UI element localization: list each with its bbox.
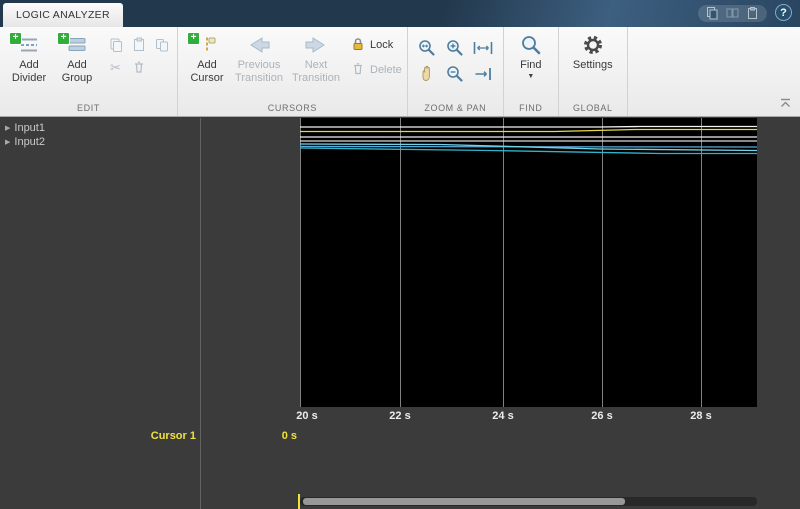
cursor-scrollbar-marker[interactable] (298, 494, 300, 509)
copy-icon[interactable] (105, 35, 126, 55)
channel-name: Input1 (14, 122, 45, 134)
time-tick-label: 20 s (296, 410, 318, 422)
time-tick-label: 28 s (690, 410, 712, 422)
channel-row-input2[interactable]: ▶ Input2 (0, 135, 198, 149)
plus-icon: + (9, 32, 22, 45)
cursor-value: 0 s (281, 430, 297, 442)
copy-icon[interactable] (706, 7, 719, 20)
add-divider-label: Add Divider (11, 59, 47, 84)
settings-label: Settings (572, 59, 613, 71)
add-cursor-label: Add Cursor (190, 59, 224, 84)
time-tick-label: 22 s (389, 410, 411, 422)
delete-icon[interactable] (128, 57, 149, 77)
time-tick-label: 26 s (591, 410, 613, 422)
add-group-icon: + (57, 32, 91, 56)
section-label-zoom-pan: ZOOM & PAN (424, 103, 487, 113)
plus-icon: + (187, 32, 200, 45)
toolstrip: + Add Divider + Add Group ✂ EDIT + Add C… (0, 27, 800, 117)
lock-icon (351, 36, 365, 54)
section-global: Settings GLOBAL (559, 27, 628, 116)
zoom-in-x-icon[interactable] (414, 35, 441, 60)
section-label-global: GLOBAL (572, 103, 613, 113)
analyzer-main-area: ▶ Input1 ▶ Input2 20 s 22 s 24 s 26 s 28 s C… (0, 118, 800, 509)
paste-icon[interactable] (128, 35, 149, 55)
section-label-edit: EDIT (77, 103, 100, 113)
section-find: Find ▼ FIND (504, 27, 559, 116)
toolstrip-filler (628, 27, 800, 116)
next-transition-button[interactable]: Next Transition (287, 30, 345, 86)
lock-label: Lock (370, 39, 394, 51)
next-transition-label: Next Transition (292, 59, 340, 84)
section-label-find: FIND (519, 103, 543, 113)
compare-icon[interactable] (726, 7, 739, 20)
search-icon (517, 34, 545, 56)
collapse-toolstrip-button[interactable] (780, 95, 791, 113)
gear-icon (579, 34, 607, 56)
zoom-out-icon[interactable] (442, 61, 469, 86)
cursor-label: Cursor 1 (150, 430, 196, 442)
add-cursor-button[interactable]: + Add Cursor (183, 30, 231, 86)
quick-access-toolbar (698, 5, 767, 22)
section-zoom-pan: ZOOM & PAN (408, 27, 504, 116)
add-cursor-icon: + (187, 32, 221, 56)
cut-icon[interactable]: ✂ (105, 57, 126, 77)
zoom-pan-buttons (414, 35, 497, 86)
name-value-divider[interactable] (200, 118, 201, 509)
previous-transition-button[interactable]: Previous Transition (231, 30, 287, 86)
expand-arrow-icon: ▶ (5, 139, 11, 146)
pan-to-end-icon[interactable] (470, 61, 497, 86)
time-tick-label: 24 s (492, 410, 514, 422)
fit-to-view-icon[interactable] (470, 35, 497, 60)
settings-button[interactable]: Settings (566, 30, 620, 73)
waveform-canvas[interactable] (300, 118, 757, 407)
chevron-down-icon: ▼ (527, 72, 535, 80)
edit-mini-buttons: ✂ (105, 35, 172, 77)
previous-transition-label: Previous Transition (235, 59, 283, 84)
section-edit: + Add Divider + Add Group ✂ EDIT (0, 27, 178, 116)
horizontal-scrollbar[interactable] (300, 497, 757, 506)
pan-icon[interactable] (414, 61, 441, 86)
add-group-label: Add Group (61, 59, 93, 84)
section-label-cursors: CURSORS (267, 103, 317, 113)
find-button[interactable]: Find ▼ (511, 30, 551, 81)
waveform-svg (300, 118, 757, 407)
previous-transition-icon (245, 34, 273, 56)
tab-logic-analyzer[interactable]: LOGIC ANALYZER (3, 3, 123, 27)
add-divider-icon: + (9, 32, 43, 56)
duplicate-icon[interactable] (151, 35, 172, 55)
paste-icon[interactable] (746, 7, 759, 20)
delete-cursor-button[interactable]: Delete (351, 60, 402, 80)
channel-name: Input2 (14, 136, 45, 148)
trash-icon (351, 61, 365, 79)
zoom-in-icon[interactable] (442, 35, 469, 60)
scrollbar-thumb[interactable] (303, 498, 625, 505)
channel-row-input1[interactable]: ▶ Input1 (0, 121, 198, 135)
tab-label: LOGIC ANALYZER (16, 9, 110, 21)
expand-arrow-icon: ▶ (5, 125, 11, 132)
delete-cursor-label: Delete (370, 64, 402, 76)
timeline: 20 s 22 s 24 s 26 s 28 s (296, 410, 757, 426)
add-group-button[interactable]: + Add Group (53, 30, 101, 86)
section-cursors: + Add Cursor Previous Transition Next Tr… (178, 27, 408, 116)
logic-analyzer-window: LOGIC ANALYZER ? + Add Divider + Add Gro… (0, 0, 800, 509)
lock-button[interactable]: Lock (351, 35, 402, 55)
toolstrip-tabbar: LOGIC ANALYZER ? (0, 0, 800, 27)
add-divider-button[interactable]: + Add Divider (5, 30, 53, 86)
cursor-lock-delete-group: Lock Delete (351, 35, 402, 85)
find-label: Find (520, 59, 542, 71)
help-button[interactable]: ? (775, 4, 792, 21)
plus-icon: + (57, 32, 70, 45)
next-transition-icon (302, 34, 330, 56)
